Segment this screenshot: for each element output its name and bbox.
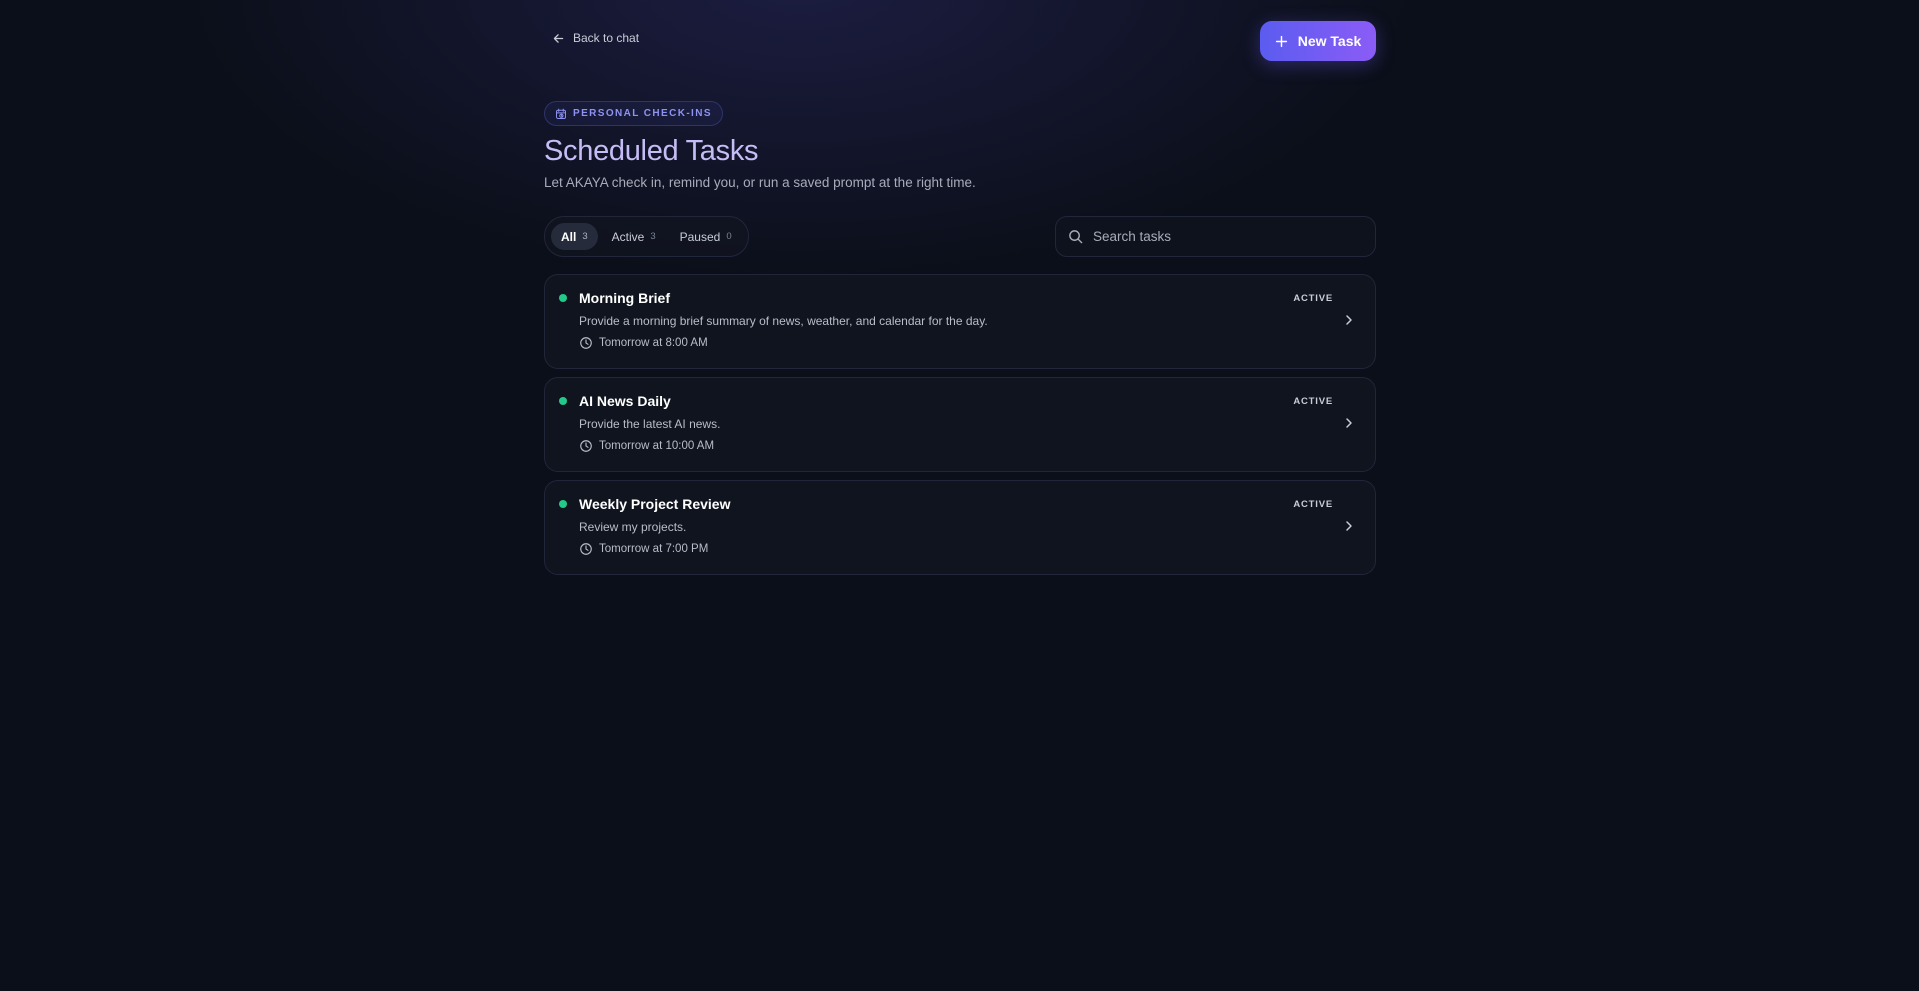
back-to-chat-link[interactable]: Back to chat [552, 31, 639, 45]
chevron-right-icon[interactable] [1343, 519, 1355, 533]
task-title: Weekly Project Review [579, 496, 731, 512]
task-schedule-label: Tomorrow at 8:00 AM [599, 337, 708, 349]
task-card-weekly-project-review[interactable]: Weekly Project Review Review my projects… [544, 480, 1376, 575]
status-badge: ACTIVE [1293, 499, 1333, 510]
search-icon [1069, 230, 1083, 244]
task-schedule: Tomorrow at 8:00 AM [579, 336, 708, 350]
section-badge-label: PERSONAL CHECK-INS [573, 108, 712, 119]
task-title: Morning Brief [579, 290, 670, 306]
status-dot [559, 500, 567, 508]
chevron-right-icon[interactable] [1343, 313, 1355, 327]
back-to-chat-label: Back to chat [573, 31, 640, 45]
task-schedule-label: Tomorrow at 7:00 PM [599, 543, 709, 555]
tab-all[interactable]: All 3 [551, 223, 598, 250]
page-subtitle: Let AKAYA check in, remind you, or run a… [544, 175, 976, 190]
task-title: AI News Daily [579, 393, 671, 409]
task-description: Provide the latest AI news. [579, 417, 721, 431]
chevron-right-icon[interactable] [1343, 416, 1355, 430]
task-schedule: Tomorrow at 7:00 PM [579, 542, 708, 556]
scheduled-tasks-page: Back to chat New Task PERSONAL CHECK-INS… [544, 0, 1376, 575]
search-input[interactable] [1093, 229, 1353, 244]
task-schedule-label: Tomorrow at 10:00 AM [599, 440, 715, 452]
tab-all-label: All [561, 229, 577, 244]
tab-paused-count: 0 [726, 231, 732, 242]
new-task-button[interactable]: New Task [1260, 21, 1376, 61]
task-controls: All 3 Active 3 Paused 0 [544, 216, 1376, 257]
task-card-morning-brief[interactable]: Morning Brief Provide a morning brief su… [544, 274, 1376, 369]
status-badge: ACTIVE [1293, 293, 1333, 304]
tab-active[interactable]: Active 3 [602, 223, 666, 250]
tab-active-label: Active [611, 229, 645, 244]
plus-icon [1275, 35, 1287, 47]
clock-icon [580, 440, 592, 452]
arrow-left-icon [553, 33, 564, 43]
tab-active-count: 3 [650, 231, 656, 242]
section-badge: PERSONAL CHECK-INS [544, 101, 723, 126]
tab-paused-label: Paused [679, 229, 721, 244]
calendar-clock-icon [556, 108, 566, 119]
status-badge: ACTIVE [1293, 396, 1333, 407]
filter-tabs: All 3 Active 3 Paused 0 [544, 216, 749, 257]
search-box[interactable] [1055, 216, 1376, 257]
tab-all-count: 3 [582, 231, 588, 242]
task-description: Provide a morning brief summary of news,… [579, 314, 988, 328]
task-description: Review my projects. [579, 520, 687, 534]
clock-icon [580, 543, 592, 555]
status-dot [559, 397, 567, 405]
task-schedule: Tomorrow at 10:00 AM [579, 439, 714, 453]
tab-paused[interactable]: Paused 0 [670, 223, 742, 250]
task-card-ai-news-daily[interactable]: AI News Daily Provide the latest AI news… [544, 377, 1376, 472]
new-task-label: New Task [1297, 33, 1362, 49]
task-list: Morning Brief Provide a morning brief su… [544, 274, 1376, 575]
status-dot [559, 294, 567, 302]
top-bar: Back to chat New Task [544, 0, 1376, 82]
page-title: Scheduled Tasks [544, 135, 759, 167]
clock-icon [580, 337, 592, 349]
